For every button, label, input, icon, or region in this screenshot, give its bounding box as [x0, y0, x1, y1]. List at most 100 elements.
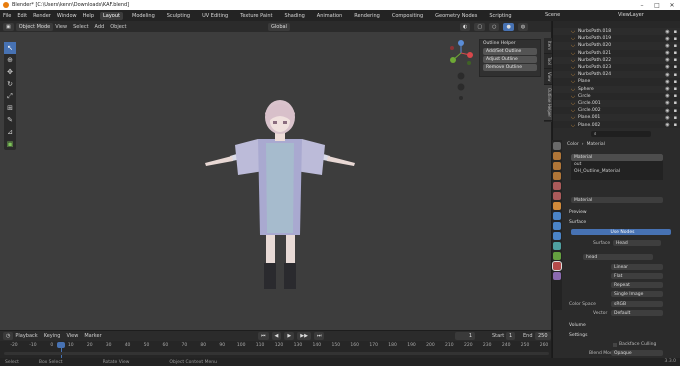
eye-icon[interactable]: ◉: [665, 100, 669, 106]
camera-icon[interactable]: ▪: [674, 36, 677, 42]
world-tab-icon[interactable]: [553, 192, 561, 200]
preview-section[interactable]: Preview: [569, 210, 587, 215]
eye-icon[interactable]: ◉: [665, 50, 669, 56]
tab-scripting[interactable]: Scripting: [486, 12, 514, 20]
projection-select[interactable]: Flat: [611, 273, 663, 279]
minimize-icon[interactable]: –: [635, 0, 649, 10]
blend-mode-select[interactable]: Opaque: [611, 350, 663, 356]
outliner-item[interactable]: ◡ Sphere ◉ ▪: [553, 85, 680, 93]
menu-edit[interactable]: Edit: [17, 13, 27, 19]
material-shading-icon[interactable]: ◍: [517, 23, 529, 31]
menu-object[interactable]: Object: [110, 24, 126, 30]
measure-icon[interactable]: ⊿: [4, 126, 16, 138]
outliner-item[interactable]: ◡ NurbsPath.018 ◉ ▪: [553, 28, 680, 36]
current-frame-field[interactable]: 1: [455, 332, 475, 340]
maximize-icon[interactable]: □: [650, 0, 664, 10]
camera-icon[interactable]: ▪: [674, 100, 677, 106]
material-tab-icon[interactable]: [552, 261, 562, 271]
eye-icon[interactable]: ◉: [665, 43, 669, 49]
eye-icon[interactable]: ◉: [665, 115, 669, 121]
timeline-editor-icon[interactable]: ◷: [3, 332, 14, 340]
extension-select[interactable]: Repeat: [611, 282, 663, 288]
material-slot-active[interactable]: Material: [571, 154, 663, 161]
eye-icon[interactable]: ◉: [665, 29, 669, 35]
remove-outline-button[interactable]: Remove Outline: [483, 64, 537, 71]
tab-compositing[interactable]: Compositing: [389, 12, 426, 20]
material-name-field[interactable]: Material: [571, 197, 663, 203]
menu-add[interactable]: Add: [95, 24, 105, 30]
play-icon[interactable]: ▶: [284, 332, 295, 340]
adjust-outline-button[interactable]: Adjust Outline: [483, 56, 537, 63]
menu-keying[interactable]: Keying: [44, 333, 61, 339]
tab-modeling[interactable]: Modeling: [129, 12, 158, 20]
outliner-item[interactable]: ◡ NurbsPath.024 ◉ ▪: [553, 71, 680, 79]
solid-shading-icon[interactable]: ●: [503, 23, 514, 31]
outliner-item[interactable]: ◡ NurbsPath.020 ◉ ▪: [553, 42, 680, 50]
tab-sculpting[interactable]: Sculpting: [164, 12, 193, 20]
add-cube-icon[interactable]: ▣: [4, 138, 16, 150]
tab-geometry-nodes[interactable]: Geometry Nodes: [432, 12, 480, 20]
outliner-item[interactable]: ◡ Plane ◉ ▪: [553, 78, 680, 85]
camera-icon[interactable]: ▪: [674, 29, 677, 35]
prev-key-icon[interactable]: ◀: [271, 332, 282, 340]
color-space-select[interactable]: sRGB: [611, 301, 663, 307]
timeline-scrollbar[interactable]: [4, 352, 549, 355]
annotate-icon[interactable]: ✎: [4, 114, 16, 126]
menu-help[interactable]: Help: [83, 13, 94, 19]
image-datablock-field[interactable]: head: [583, 254, 653, 260]
tab-uv-editing[interactable]: UV Editing: [199, 12, 231, 20]
eye-icon[interactable]: ◉: [665, 93, 669, 99]
menu-marker[interactable]: Marker: [84, 333, 101, 339]
menu-render[interactable]: Render: [33, 13, 51, 19]
jump-end-icon[interactable]: ⏭: [313, 332, 325, 340]
menu-playback[interactable]: Playback: [15, 333, 37, 339]
scale-icon[interactable]: ⤢: [4, 90, 16, 102]
tool-tab-icon[interactable]: [553, 142, 561, 150]
tab-animation[interactable]: Animation: [314, 12, 346, 20]
camera-icon[interactable]: ▪: [674, 57, 677, 63]
material-slot[interactable]: OH_Outline_Material: [571, 168, 663, 175]
menu-timeline-view[interactable]: View: [66, 333, 78, 339]
tab-rendering[interactable]: Rendering: [351, 12, 383, 20]
outliner-item[interactable]: ◡ Circle.001 ◉ ▪: [553, 99, 680, 108]
eye-icon[interactable]: ◉: [665, 108, 669, 114]
tab-view[interactable]: View: [544, 69, 552, 86]
outliner-item[interactable]: ◡ NurbsPath.023 ◉ ▪: [553, 64, 680, 71]
outliner-item[interactable]: ◡ NurbsPath.021 ◉ ▪: [553, 50, 680, 57]
modifier-tab-icon[interactable]: [553, 212, 561, 220]
camera-icon[interactable]: ▪: [674, 79, 677, 85]
mode-selector[interactable]: Object Mode: [15, 22, 54, 31]
interpolation-select[interactable]: Linear: [611, 264, 663, 270]
menu-file[interactable]: File: [3, 13, 11, 19]
next-key-icon[interactable]: ▶▶: [297, 332, 311, 340]
navigation-gizmo[interactable]: [448, 40, 474, 100]
camera-icon[interactable]: ▪: [674, 86, 677, 92]
add-set-outline-button[interactable]: Add/Set Outline: [483, 48, 537, 55]
camera-icon[interactable]: ▪: [674, 50, 677, 56]
menu-view[interactable]: View: [55, 24, 67, 30]
eye-icon[interactable]: ◉: [665, 57, 669, 63]
constraints-tab-icon[interactable]: [553, 242, 561, 250]
scene-selector[interactable]: Scene: [545, 12, 560, 18]
select-box-icon[interactable]: ↖: [4, 42, 16, 54]
outliner-item[interactable]: ◡ NurbsPath.022 ◉ ▪: [553, 56, 680, 64]
material-slot-list[interactable]: Material out OH_Outline_Material: [571, 154, 663, 180]
surface-shader-field[interactable]: Head: [613, 240, 661, 246]
camera-icon[interactable]: ▪: [674, 108, 677, 114]
settings-section[interactable]: Settings: [569, 333, 587, 338]
xray-icon[interactable]: ▢: [474, 23, 486, 31]
source-select[interactable]: Single Image: [611, 291, 663, 297]
camera-icon[interactable]: ▪: [674, 93, 677, 99]
end-field[interactable]: 250: [535, 332, 551, 340]
tab-outline-helper[interactable]: Outline Helper: [544, 85, 552, 122]
tab-item[interactable]: Item: [544, 38, 552, 55]
outliner-item[interactable]: ◡ NurbsPath.019 ◉ ▪: [553, 35, 680, 42]
outliner-item[interactable]: ◡ Circle.002 ◉ ▪: [553, 107, 680, 114]
timeline-area[interactable]: -20 -10 0 10 20 30 40 50 60 70 80 90 100 110 120 130 140…: [0, 341, 551, 358]
character-model[interactable]: [200, 95, 360, 295]
view-layer-tab-icon[interactable]: [553, 172, 561, 180]
backface-culling-checkbox[interactable]: Backface Culling: [613, 342, 656, 347]
close-icon[interactable]: ✕: [665, 0, 679, 10]
output-tab-icon[interactable]: [553, 162, 561, 170]
render-tab-icon[interactable]: [553, 152, 561, 160]
